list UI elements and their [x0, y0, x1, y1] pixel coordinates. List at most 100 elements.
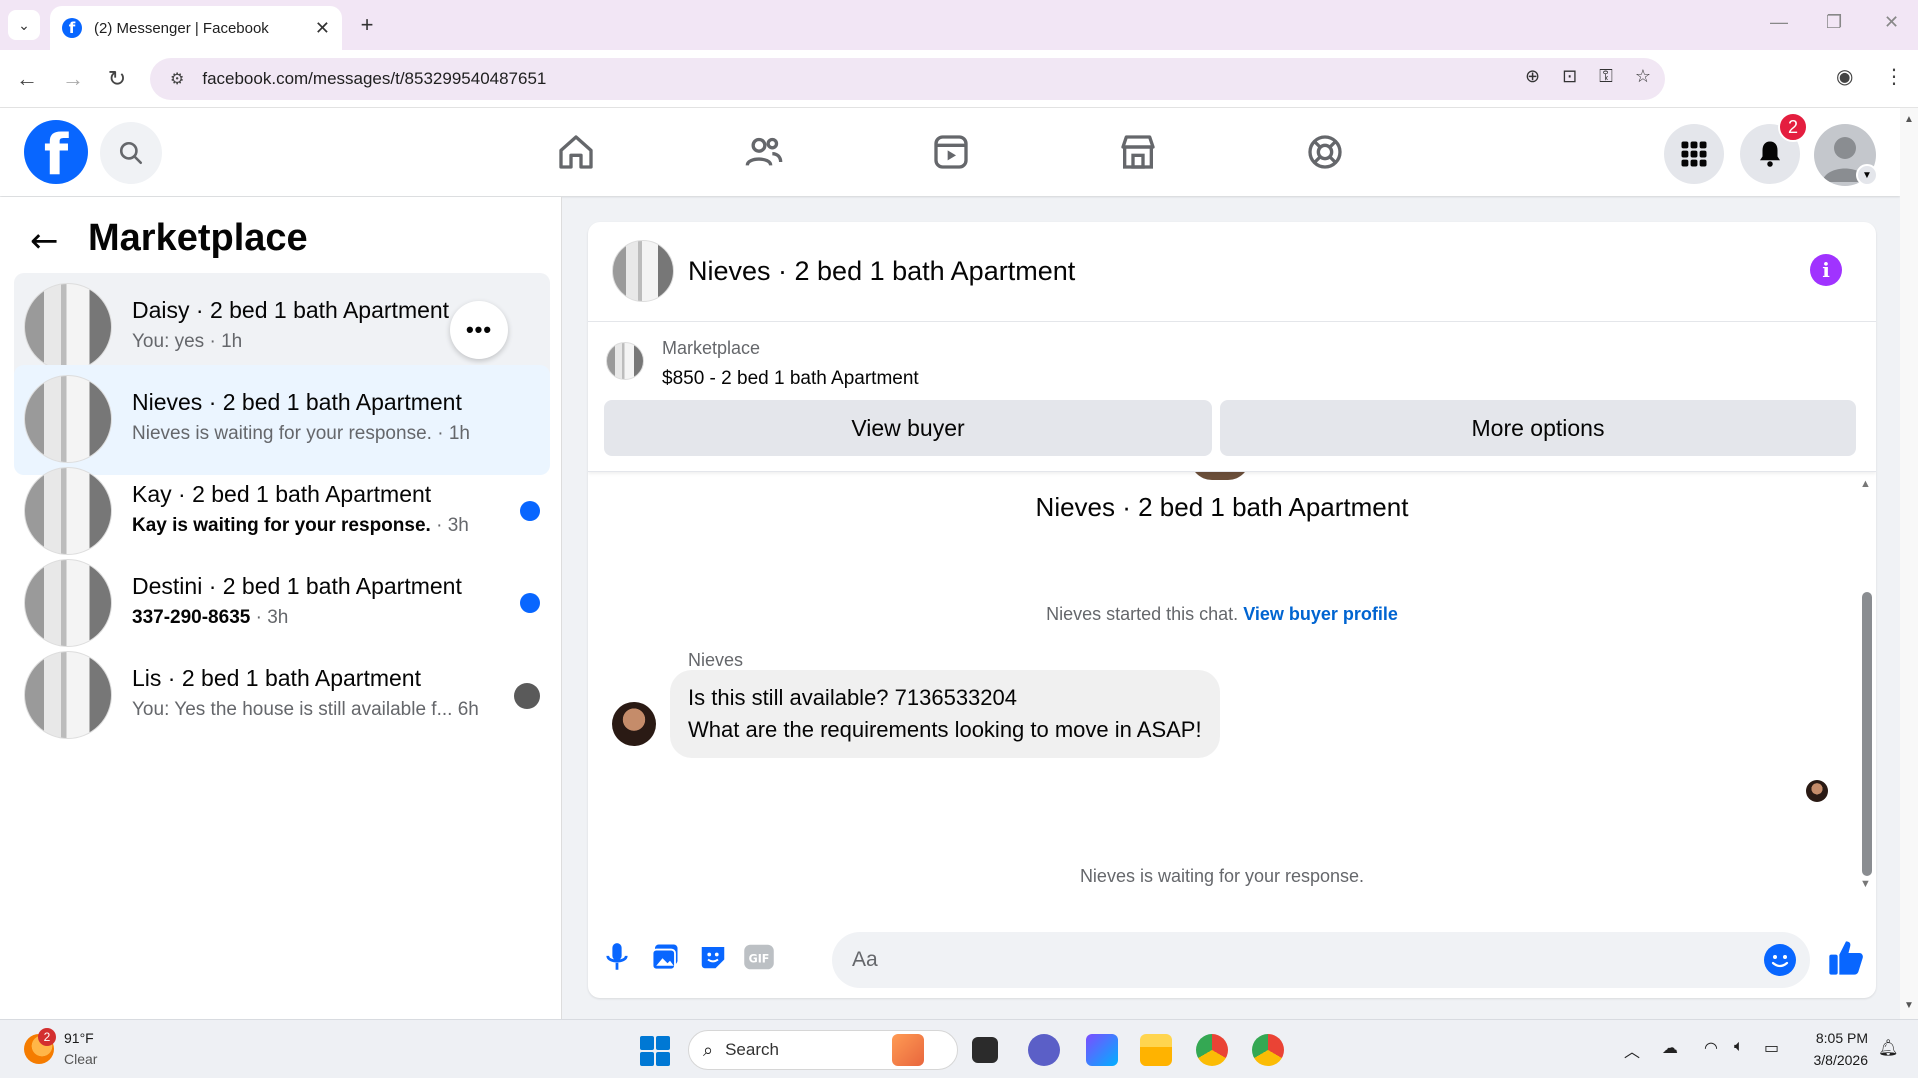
- new-tab-button[interactable]: +: [352, 10, 382, 40]
- view-buyer-button[interactable]: View buyer: [604, 400, 1212, 456]
- site-info-icon[interactable]: ⚙: [170, 69, 184, 89]
- install-icon[interactable]: ⊡: [1562, 66, 1577, 87]
- marketplace-label: Marketplace: [662, 338, 761, 358]
- chat-avatar[interactable]: [612, 240, 674, 302]
- message-line: What are the requirements looking to mov…: [688, 717, 1202, 742]
- read-receipt-avatar: [1806, 780, 1828, 802]
- restore-icon[interactable]: ❐: [1826, 12, 1842, 33]
- page-scrollbar[interactable]: ▲ ▼: [1900, 108, 1918, 1019]
- weather-condition[interactable]: Clear: [64, 1051, 97, 1067]
- tab-close-icon[interactable]: ✕: [315, 18, 330, 39]
- clock-time[interactable]: 8:05 PM: [1806, 1030, 1868, 1046]
- page-scroll-down-icon[interactable]: ▼: [1904, 1000, 1914, 1011]
- people-app-icon[interactable]: [892, 1034, 924, 1066]
- browser-toolbar: ← → ↻ ⚙ facebook.com/messages/t/85329954…: [0, 50, 1918, 108]
- grid-icon: [1681, 141, 1707, 167]
- listing-thumbnail: [24, 283, 112, 371]
- conversation-name: Destini · 2 bed 1 bath Apartment: [132, 573, 462, 599]
- wifi-icon[interactable]: ◠: [1704, 1038, 1718, 1058]
- tray-chevron-icon[interactable]: ︿: [1624, 1038, 1640, 1062]
- notification-center-icon[interactable]: 🔔︎: [1878, 1038, 1898, 1058]
- window-close-icon[interactable]: ✕: [1884, 12, 1899, 33]
- conversation-preview: Kay is waiting for your response. · 3h: [132, 515, 469, 536]
- chrome-profile-icon[interactable]: [1252, 1034, 1284, 1066]
- minimize-icon[interactable]: —: [1770, 12, 1788, 33]
- browser-menu-icon[interactable]: ⋮: [1884, 64, 1904, 89]
- snipping-tool-icon[interactable]: [1086, 1034, 1118, 1066]
- chat-started-notice: Nieves started this chat. View buyer pro…: [1046, 604, 1398, 624]
- conversation-preview: 337-290-8635 · 3h: [132, 607, 289, 628]
- chat-panel: Nieves · 2 bed 1 bath Apartment i Market…: [588, 222, 1876, 998]
- scroll-down-icon[interactable]: ▼: [1860, 878, 1871, 890]
- scroll-up-icon[interactable]: ▲: [1860, 478, 1871, 490]
- thread-title: Nieves · 2 bed 1 bath Apartment: [1035, 492, 1409, 522]
- listing-thumbnail[interactable]: [606, 342, 644, 380]
- tab-list-button[interactable]: ⌄: [8, 10, 40, 40]
- page-scroll-up-icon[interactable]: ▲: [1904, 114, 1914, 125]
- emoji-icon[interactable]: [1764, 944, 1796, 976]
- menu-grid-button[interactable]: [1664, 124, 1724, 184]
- search-icon: [119, 141, 143, 165]
- thumbs-up-icon[interactable]: [1826, 938, 1866, 978]
- thread-scrollbar[interactable]: ▲ ▼: [1856, 472, 1876, 892]
- sticker-icon[interactable]: [696, 940, 730, 974]
- friends-nav-icon[interactable]: [740, 128, 788, 176]
- gif-icon[interactable]: GIF: [742, 940, 776, 974]
- message-bubble[interactable]: Is this still available? 7136533204 What…: [670, 670, 1220, 758]
- chat-header: Nieves · 2 bed 1 bath Apartment i: [588, 222, 1876, 322]
- url-text: facebook.com/messages/t/853299540487651: [202, 69, 547, 88]
- marketplace-listing-bar: Marketplace $850 - 2 bed 1 bath Apartmen…: [588, 322, 1876, 472]
- conversation-name: Daisy · 2 bed 1 bath Apartment: [132, 297, 450, 323]
- chrome-icon[interactable]: [1196, 1034, 1228, 1066]
- seen-avatar: [514, 683, 540, 709]
- browser-tab-bar: ⌄ f (2) Messenger | Facebook ✕ + — ❐ ✕: [0, 0, 1918, 50]
- file-explorer-icon[interactable]: [1140, 1034, 1172, 1066]
- windows-start-icon[interactable]: [640, 1036, 670, 1066]
- bookmark-star-icon[interactable]: ☆: [1635, 66, 1651, 87]
- onedrive-icon[interactable]: ☁: [1662, 1038, 1678, 1058]
- panel-title: Marketplace: [88, 217, 308, 259]
- zoom-icon[interactable]: ⊕: [1525, 66, 1540, 87]
- address-bar[interactable]: ⚙ facebook.com/messages/t/85329954048765…: [150, 58, 1665, 100]
- volume-icon[interactable]: 🔈︎: [1734, 1038, 1744, 1056]
- chat-title[interactable]: Nieves · 2 bed 1 bath Apartment: [688, 256, 1075, 287]
- account-chevron-icon[interactable]: ▼: [1856, 164, 1878, 186]
- back-arrow-icon[interactable]: ←: [30, 221, 59, 261]
- home-nav-icon[interactable]: [552, 128, 600, 176]
- listing-title[interactable]: $850 - 2 bed 1 bath Apartment: [662, 368, 919, 390]
- sender-name: Nieves: [688, 650, 744, 670]
- browser-tab[interactable]: f (2) Messenger | Facebook ✕: [50, 6, 342, 50]
- forward-icon[interactable]: →: [58, 64, 88, 94]
- info-icon[interactable]: i: [1810, 254, 1842, 286]
- password-key-icon[interactable]: ⚿: [1599, 66, 1613, 87]
- clock-date[interactable]: 3/8/2026: [1796, 1052, 1869, 1068]
- back-icon[interactable]: ←: [12, 64, 42, 94]
- conversation-preview: You: Yes the house is still available f.…: [132, 699, 479, 720]
- tab-title: (2) Messenger | Facebook: [94, 19, 269, 37]
- microphone-icon[interactable]: [600, 940, 634, 974]
- more-options-button[interactable]: More options: [1220, 400, 1856, 456]
- conversation-more-button[interactable]: •••: [450, 301, 508, 359]
- weather-temperature[interactable]: 91°F: [64, 1030, 94, 1046]
- video-nav-icon[interactable]: [927, 128, 975, 176]
- unread-indicator: [520, 501, 540, 521]
- waiting-notice: Nieves is waiting for your response.: [1079, 866, 1365, 886]
- facebook-logo-icon[interactable]: f: [24, 120, 88, 184]
- photo-icon[interactable]: [648, 940, 682, 974]
- view-buyer-profile-link[interactable]: View buyer profile: [1243, 604, 1398, 624]
- reload-icon[interactable]: ↻: [102, 64, 132, 94]
- weather-badge: 2: [38, 1028, 56, 1046]
- sender-avatar[interactable]: [612, 702, 656, 746]
- message-input[interactable]: Aa: [832, 932, 1810, 988]
- marketplace-nav-icon[interactable]: [1114, 128, 1162, 176]
- scroll-thumb[interactable]: [1862, 592, 1872, 876]
- teams-chat-icon[interactable]: [1028, 1034, 1060, 1066]
- listing-thumbnail: [24, 375, 112, 463]
- conversation-item-lis[interactable]: Lis · 2 bed 1 bath Apartment You: Yes th…: [14, 641, 550, 751]
- search-button[interactable]: [100, 122, 162, 184]
- gaming-nav-icon[interactable]: [1301, 128, 1349, 176]
- svg-text:GIF: GIF: [749, 953, 770, 966]
- profile-icon[interactable]: ◉: [1836, 64, 1853, 89]
- file-app-icon[interactable]: [972, 1037, 998, 1063]
- battery-icon[interactable]: ▭: [1764, 1038, 1779, 1058]
